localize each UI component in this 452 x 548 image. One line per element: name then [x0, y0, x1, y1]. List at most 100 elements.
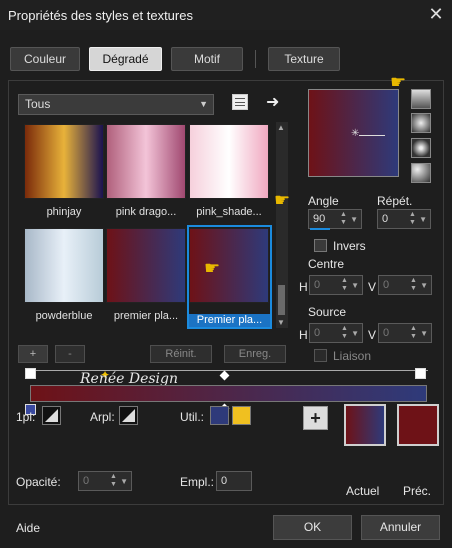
gradient-thumb-label: phinjay	[46, 206, 82, 218]
spin-arrows-icon[interactable]: ▲ ▼	[410, 325, 420, 341]
spin-arrows-icon[interactable]: ▲ ▼	[409, 211, 419, 227]
sunburst-style-button[interactable]	[411, 138, 431, 158]
arrow-right-icon[interactable]: ➜	[266, 92, 279, 112]
empl-value: 0	[221, 475, 228, 487]
link-checkbox[interactable]	[314, 349, 327, 362]
scroll-down-icon[interactable]: ▼	[277, 318, 285, 327]
empl-field[interactable]: 0	[216, 471, 252, 491]
source-h-value: 0	[314, 327, 321, 339]
current-label: Actuel	[346, 484, 380, 498]
center-label: Centre	[308, 257, 345, 271]
chevron-down-icon[interactable]: ▼	[120, 473, 128, 491]
rectangular-style-button[interactable]	[411, 113, 431, 133]
spin-arrows-icon[interactable]: ▲ ▼	[341, 277, 351, 293]
scroll-up-icon[interactable]: ▲	[277, 123, 285, 132]
link-label: Liaison	[333, 349, 372, 363]
chevron-down-icon[interactable]: ▼	[420, 325, 428, 343]
center-v-spinbox[interactable]: 0 ▲ ▼ ▼	[378, 275, 432, 295]
spin-arrows-icon[interactable]: ▲ ▼	[410, 277, 420, 293]
angle-label: Angle	[308, 194, 339, 208]
chevron-down-icon[interactable]: ▼	[419, 211, 427, 229]
source-v-value: 0	[383, 327, 390, 339]
pointing-hand-icon: ☛	[274, 190, 291, 210]
center-marker-icon: ✳	[351, 128, 360, 139]
plan1-swatch[interactable]	[42, 406, 61, 425]
current-swatch[interactable]	[344, 404, 386, 446]
plan1-label: 1pl:	[16, 410, 36, 424]
source-h-spinbox[interactable]: 0 ▲ ▼ ▼	[309, 323, 363, 343]
spin-arrows-icon[interactable]: ▲ ▼	[341, 325, 351, 341]
repeat-label: Répét.	[377, 194, 413, 208]
save-button[interactable]: Enreg.	[224, 345, 286, 363]
chevron-down-icon[interactable]: ▼	[351, 277, 359, 295]
arpl-label: Arpl:	[90, 410, 115, 424]
selected-thumb-frame	[187, 225, 272, 329]
angle-spinbox[interactable]: 90 ▲ ▼ ▼	[308, 209, 362, 229]
invert-checkbox[interactable]	[314, 239, 327, 252]
previous-label: Préc.	[403, 484, 432, 498]
angle-line	[359, 135, 385, 136]
opacity-stop-right[interactable]	[415, 368, 426, 379]
center-h-spinbox[interactable]: 0 ▲ ▼ ▼	[309, 275, 363, 295]
gradient-thumb[interactable]	[24, 228, 104, 303]
tab-motif[interactable]: Motif	[171, 47, 243, 71]
gradient-thumb-label: pink drago...	[115, 206, 177, 218]
angle-slider-bar[interactable]	[310, 228, 330, 230]
category-dropdown[interactable]: Tous ▼	[18, 94, 214, 115]
opacity-label: Opacité:	[16, 475, 61, 489]
window-title: Propriétés des styles et textures	[8, 8, 193, 23]
tab-degrade[interactable]: Dégradé	[89, 47, 162, 71]
linear-style-button[interactable]	[411, 89, 431, 109]
source-label: Source	[308, 305, 347, 319]
opacity-value: 0	[83, 475, 90, 487]
category-selected: Tous	[25, 97, 51, 111]
close-icon[interactable]: ✕	[424, 3, 448, 27]
util-label: Util.:	[180, 410, 204, 424]
center-h-label: H	[299, 280, 308, 294]
previous-swatch[interactable]	[397, 404, 439, 446]
add-gradient-button[interactable]: +	[18, 345, 48, 363]
library-icon[interactable]	[232, 94, 248, 110]
recent-color-swatch[interactable]	[210, 406, 229, 425]
repeat-spinbox[interactable]: 0 ▲ ▼ ▼	[377, 209, 431, 229]
scroll-thumb[interactable]	[278, 285, 285, 315]
add-swatch-button[interactable]: +	[303, 406, 328, 430]
opacity-spinbox[interactable]: 0 ▲ ▼ ▼	[78, 471, 132, 491]
chevron-down-icon: ▼	[199, 99, 208, 109]
spin-arrows-icon[interactable]: ▲ ▼	[340, 211, 350, 227]
gradient-preview[interactable]: ✳	[308, 89, 399, 177]
opacity-stop-left[interactable]	[25, 368, 36, 379]
radial-style-button[interactable]	[411, 163, 431, 183]
recent-color-swatch[interactable]	[232, 406, 251, 425]
ok-button[interactable]: OK	[273, 515, 352, 540]
center-h-value: 0	[314, 279, 321, 291]
arpl-swatch[interactable]	[119, 406, 138, 425]
gradient-bar[interactable]	[30, 385, 427, 402]
center-v-label: V	[368, 280, 377, 294]
gradient-thumb[interactable]	[24, 124, 104, 199]
spin-arrows-icon[interactable]: ▲ ▼	[110, 473, 120, 489]
help-link[interactable]: Aide	[16, 521, 40, 535]
source-v-label: V	[368, 328, 377, 342]
chevron-down-icon[interactable]: ▼	[351, 325, 359, 343]
chevron-down-icon[interactable]: ▼	[350, 211, 358, 229]
source-h-label: H	[299, 328, 308, 342]
remove-gradient-button[interactable]: -	[55, 345, 85, 363]
chevron-down-icon[interactable]: ▼	[420, 277, 428, 295]
gradient-thumb-label: premier pla...	[113, 310, 179, 322]
gradient-thumb[interactable]	[189, 124, 269, 199]
repeat-value: 0	[382, 213, 389, 225]
gradient-thumb[interactable]	[106, 124, 186, 199]
angle-value: 90	[313, 213, 326, 225]
invert-label: Invers	[333, 239, 366, 253]
empl-label: Empl.:	[180, 475, 215, 489]
source-v-spinbox[interactable]: 0 ▲ ▼ ▼	[378, 323, 432, 343]
tab-texture[interactable]: Texture	[268, 47, 340, 71]
gradient-thumb-label: powderblue	[35, 310, 93, 322]
reset-button[interactable]: Réinit.	[150, 345, 212, 363]
tab-couleur[interactable]: Couleur	[10, 47, 80, 71]
tab-separator	[255, 50, 256, 68]
gradient-thumb[interactable]	[106, 228, 186, 303]
cancel-button[interactable]: Annuler	[361, 515, 440, 540]
pointing-hand-icon: ☛	[204, 258, 221, 278]
